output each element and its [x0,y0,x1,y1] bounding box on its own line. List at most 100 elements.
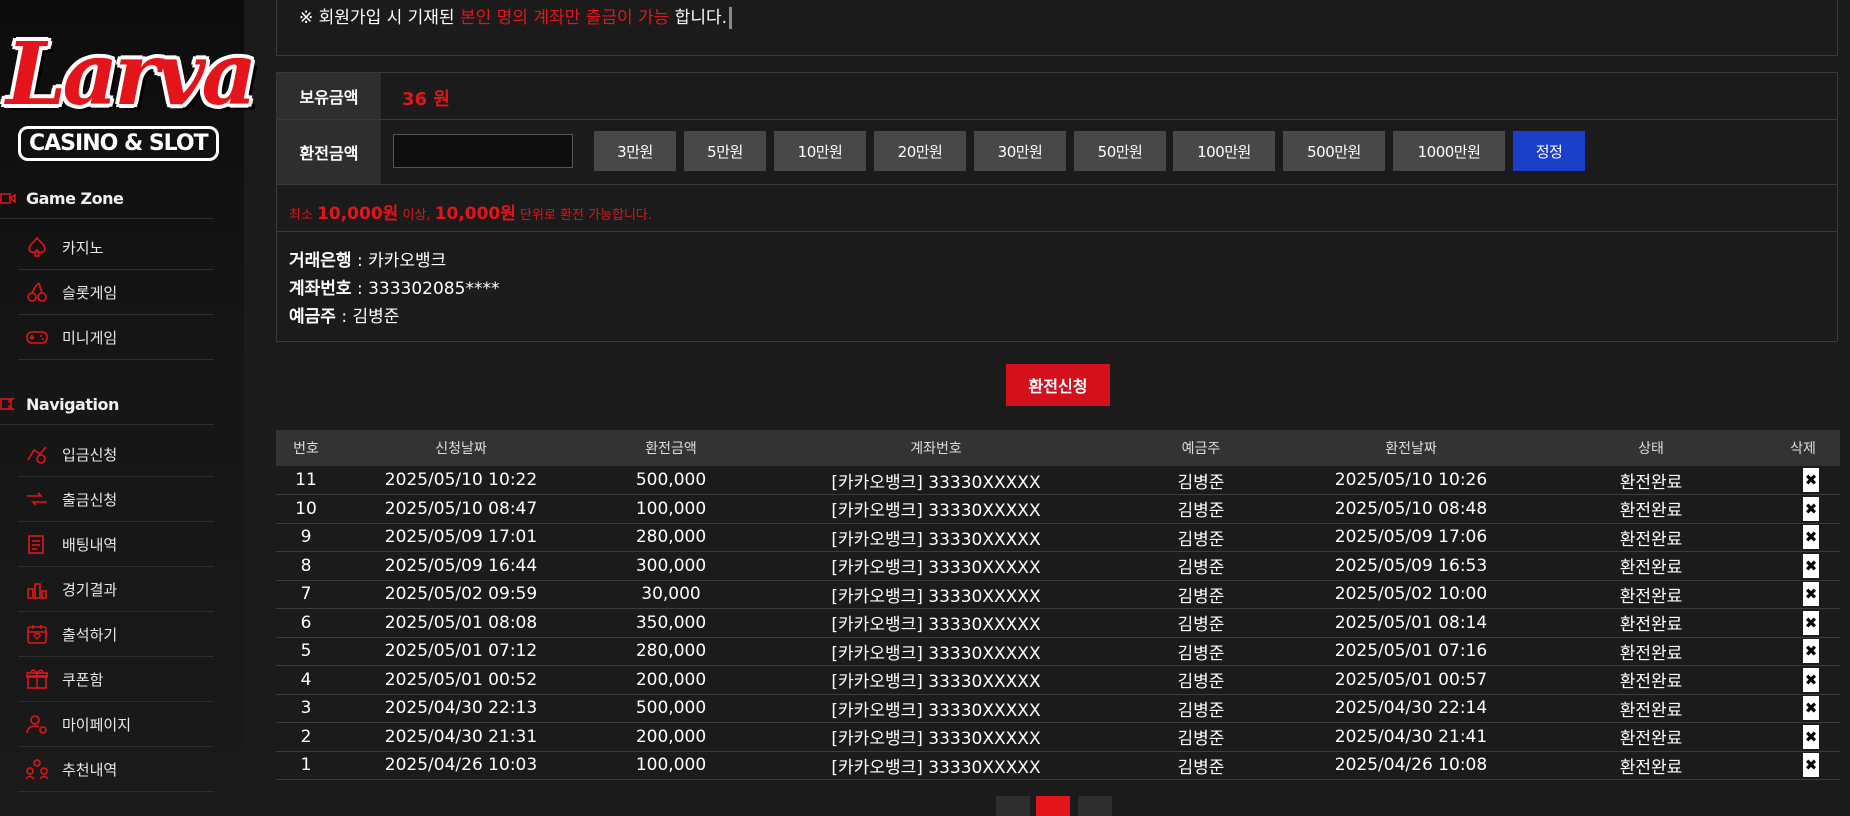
sidebar-item-coupon[interactable]: 쿠폰함 [18,657,214,702]
sidebar-item-label: 쿠폰함 [62,670,104,689]
referral-icon [24,756,50,782]
sidebar-item-casino[interactable]: 카지노 [18,225,214,270]
table-row: 2 2025/04/30 21:31 200,000 [카카오뱅크] 33330XXX… [276,723,1840,752]
sidebar-item-mypage[interactable]: 마이페이지 [18,702,214,747]
amount-input[interactable] [393,134,573,168]
cell-req: 2025/05/01 00:52 [384,669,538,690]
cell-amount: 300,000 [635,555,707,576]
logo-sub-text: CASINO & SLOT [18,126,219,161]
amount-button-10man[interactable]: 10만원 [774,131,866,171]
min-note-part: 이상, [398,208,435,223]
delete-icon[interactable]: ✖ [1803,753,1819,777]
row-divider [277,184,1837,185]
header-delete: 삭제 [1790,441,1816,457]
min-note-part: 단위로 환전 가능합니다. [515,208,653,223]
table-header: 번호 신청날짜 환전금액 계좌번호 예금주 환전날짜 상태 삭제 [276,430,1840,466]
header-account: 계좌번호 [910,441,962,457]
min-note-part: 최소 [289,208,318,223]
cell-amount: 100,000 [635,498,707,519]
header-holder: 예금주 [1181,441,1221,457]
sidebar-item-results[interactable]: 경기결과 [18,567,214,612]
amount-button-50man[interactable]: 50만원 [1074,131,1166,171]
header-done-date: 환전날짜 [1385,441,1437,457]
header-request-date: 신청날짜 [435,441,487,457]
cell-account: [카카오뱅크] 33330XXXXX [831,700,1041,721]
cell-done: 2025/04/30 21:41 [1334,726,1488,747]
cell-amount: 30,000 [641,584,701,604]
delete-icon[interactable]: ✖ [1803,582,1819,606]
sidebar-item-label: 추천내역 [62,760,118,779]
cell-req: 2025/05/10 08:47 [384,498,538,519]
navigation-icon [0,396,16,412]
amount-button-30man[interactable]: 30만원 [974,131,1066,171]
cell-status: 환전완료 [1619,615,1683,635]
min-note-unit: 10,000원 [434,204,516,224]
table-row: 8 2025/05/09 16:44 300,000 [카카오뱅크] 33330XXX… [276,552,1840,581]
balance-label: 보유금액 [277,73,381,119]
cell-done: 2025/04/30 22:14 [1334,698,1488,718]
delete-icon[interactable]: ✖ [1803,468,1819,492]
delete-icon[interactable]: ✖ [1803,525,1819,549]
sidebar-item-label: 카지노 [62,238,104,257]
cherry-icon [24,279,50,305]
delete-icon[interactable]: ✖ [1803,639,1819,663]
amount-button-100man[interactable]: 100만원 [1173,131,1275,171]
sidebar-item-attendance[interactable]: 출석하기 [18,612,214,657]
cell-account: [카카오뱅크] 33330XXXXX [831,558,1041,578]
amount-button-1000man[interactable]: 1000만원 [1393,131,1505,171]
amount-button-5man[interactable]: 5만원 [684,131,766,171]
cell-no: 10 [295,498,317,519]
sidebar-item-bet-history[interactable]: 배팅내역 [18,522,214,567]
amount-button-20man[interactable]: 20만원 [874,131,966,171]
bank-info: 거래은행 : 카카오뱅크 계좌번호 : 333302085**** 예금주 : … [289,247,499,331]
delete-icon[interactable]: ✖ [1803,610,1819,635]
withdraw-icon [24,486,50,512]
cell-req: 2025/05/01 08:08 [384,612,538,633]
reset-button[interactable]: 정정 [1513,131,1585,171]
sidebar-item-label: 입금신청 [62,445,118,464]
amount-button-3man[interactable]: 3만원 [594,131,676,171]
cell-req: 2025/05/10 10:22 [384,470,538,490]
cell-req: 2025/05/02 09:59 [384,584,538,604]
sidebar-item-label: 출금신청 [62,490,118,509]
sidebar-item-label: 슬롯게임 [62,283,118,302]
gamepad-icon [24,324,50,350]
cell-holder: 김병준 [1177,586,1225,607]
table-row: 9 2025/05/09 17:01 280,000 [카카오뱅크] 33330XXX… [276,523,1840,552]
delete-icon[interactable]: ✖ [1803,496,1819,521]
cell-no: 5 [300,641,312,661]
delete-icon[interactable]: ✖ [1803,667,1819,692]
account-holder-row: 예금주 : 김병준 [289,303,499,331]
sidebar-item-withdraw[interactable]: 출금신청 [18,477,214,522]
header-amount: 환전금액 [645,441,697,457]
pager-next[interactable] [1078,796,1112,816]
pager-current[interactable] [1036,796,1070,816]
game-zone-title: Game Zone [26,188,124,208]
results-icon [24,576,50,602]
sidebar-item-minigame[interactable]: 미니게임 [18,315,214,360]
amount-button-500man[interactable]: 500만원 [1283,131,1385,171]
cell-amount: 500,000 [635,698,707,718]
cell-status: 환전완료 [1619,586,1683,607]
navigation-header: Navigation [0,384,214,425]
notice-box: ※ 회원가입 시 기재된 본인 명의 계좌만 출금이 가능 합니다. [276,0,1838,56]
header-status: 상태 [1638,441,1664,457]
cell-holder: 김병준 [1177,643,1225,664]
submit-exchange-button[interactable]: 환전신청 [1006,364,1110,406]
cell-holder: 김병준 [1177,501,1225,521]
cell-status: 환전완료 [1619,700,1683,721]
delete-icon[interactable]: ✖ [1803,553,1819,578]
calendar-icon [24,621,50,647]
larva-logo[interactable]: Larva CASINO & SLOT [0,20,257,170]
pager-prev[interactable] [996,796,1030,816]
cell-amount: 280,000 [635,641,707,661]
sidebar-item-deposit[interactable]: 입금신청 [18,432,214,477]
cell-account: [카카오뱅크] 33330XXXXX [831,643,1041,664]
text-cursor [729,7,733,29]
sidebar-item-referral[interactable]: 추천내역 [18,747,214,792]
sidebar-item-label: 출석하기 [62,625,118,644]
account-holder-label: 예금주 [289,307,336,327]
delete-icon[interactable]: ✖ [1803,724,1819,749]
sidebar-item-slot[interactable]: 슬롯게임 [18,270,214,315]
delete-icon[interactable]: ✖ [1803,696,1819,720]
